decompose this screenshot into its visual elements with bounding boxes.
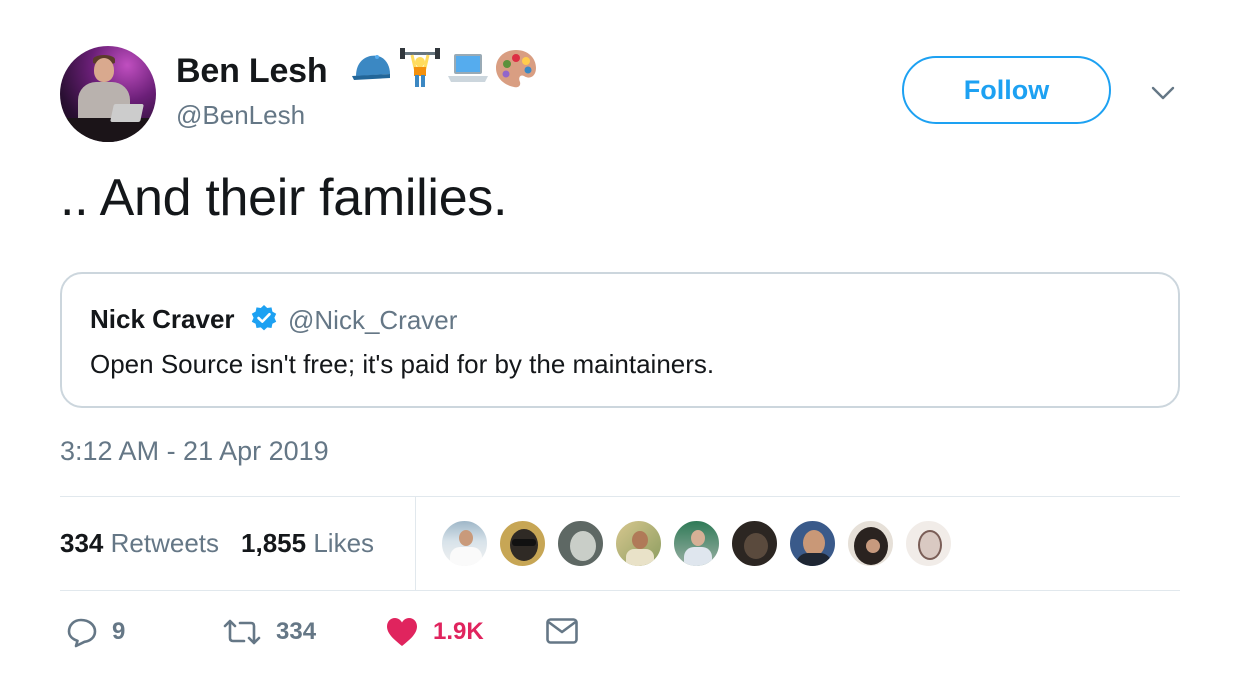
direct-message-action[interactable] (545, 616, 579, 646)
tweet-text: .. And their families. (60, 169, 508, 227)
retweets-stat[interactable]: 334 Retweets (60, 528, 219, 559)
chevron-down-icon[interactable] (1150, 82, 1176, 104)
author-name[interactable]: Ben Lesh (176, 52, 328, 91)
tweet-card: Ben Lesh @BenLesh Follow .. And their fa… (0, 0, 1240, 690)
heart-icon (387, 618, 417, 646)
quoted-tweet-text: Open Source isn't free; it's paid for by… (90, 349, 715, 379)
author-handle[interactable]: @BenLesh (176, 100, 305, 131)
reply-action[interactable]: 9 (66, 616, 125, 648)
envelope-icon (546, 618, 578, 644)
liker-avatar[interactable] (788, 519, 837, 568)
retweet-icon (223, 619, 261, 645)
liker-avatar[interactable] (730, 519, 779, 568)
cap-emoji (352, 55, 390, 80)
verified-badge-icon (251, 305, 277, 331)
liker-avatar[interactable] (440, 519, 489, 568)
liker-avatars (440, 519, 953, 568)
retweet-count: 334 (276, 618, 317, 645)
retweets-label: Retweets (110, 528, 220, 558)
follow-button[interactable]: Follow (902, 56, 1111, 124)
liker-avatar[interactable] (556, 519, 605, 568)
tweet-timestamp[interactable]: 3:12 AM - 21 Apr 2019 (60, 436, 329, 467)
like-action[interactable]: 1.9K (385, 616, 484, 648)
name-emojis (350, 46, 538, 90)
likes-stat[interactable]: 1,855 Likes (241, 528, 374, 559)
tweet-stats: 334 Retweets 1,855 Likes (60, 528, 374, 559)
quoted-tweet[interactable]: Nick Craver @Nick_Craver Open Source isn… (60, 272, 1180, 408)
artist-palette-emoji (496, 50, 536, 88)
author-avatar[interactable] (60, 46, 156, 142)
stats-divider (415, 497, 416, 590)
quoted-author-handle: @Nick_Craver (288, 305, 458, 335)
retweet-action[interactable]: 334 (222, 616, 316, 648)
liker-avatar[interactable] (846, 519, 895, 568)
retweets-count: 334 (60, 528, 104, 558)
like-count: 1.9K (433, 618, 484, 645)
divider (60, 590, 1180, 591)
laptop-emoji (448, 54, 488, 82)
reply-count: 9 (112, 618, 126, 645)
quoted-author-name: Nick Craver (90, 304, 235, 334)
divider (60, 496, 1180, 497)
liker-avatar[interactable] (614, 519, 663, 568)
liker-avatar[interactable] (672, 519, 721, 568)
likes-label: Likes (313, 528, 375, 558)
liker-avatar[interactable] (904, 519, 953, 568)
liker-avatar[interactable] (498, 519, 547, 568)
reply-icon (67, 618, 97, 648)
likes-count: 1,855 (241, 528, 307, 558)
weightlifter-emoji (400, 48, 440, 87)
